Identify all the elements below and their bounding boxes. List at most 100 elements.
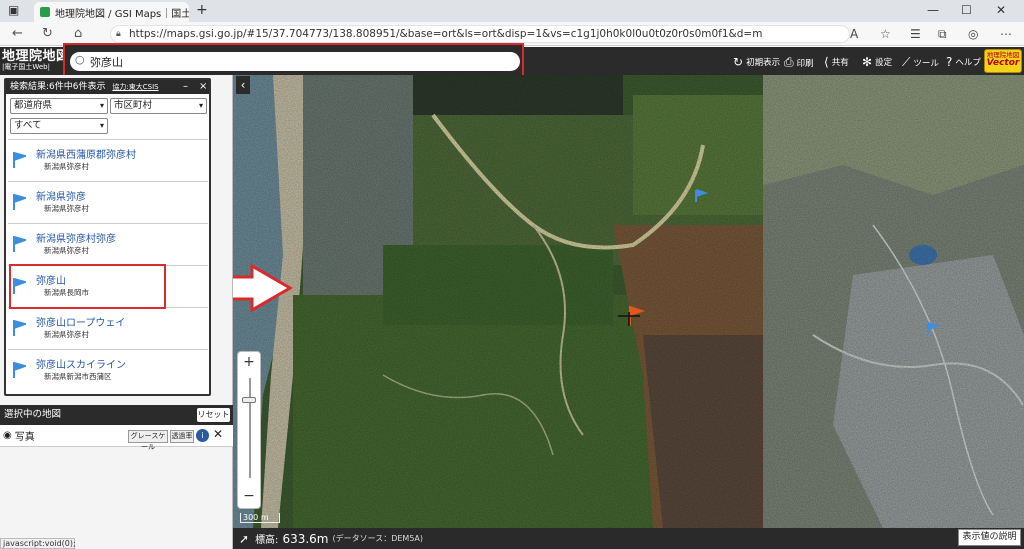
info-icon[interactable]: i <box>196 429 209 442</box>
elevation-label: 標高: <box>255 535 279 546</box>
more-icon[interactable]: ⋯ <box>1000 27 1012 41</box>
gear-icon: ✻ <box>862 55 873 69</box>
city-select-value: 市区町村 <box>114 100 153 111</box>
prefecture-select[interactable]: 都道府県 ▾ <box>10 98 108 114</box>
search-result-item[interactable]: 新潟県西蒲原郡弥彦村 新潟県弥彦村 <box>8 139 208 181</box>
chevron-down-icon: ▾ <box>99 101 104 110</box>
result-highlight-box <box>9 264 166 309</box>
value-explanation-button[interactable]: 表示値の説明 <box>958 529 1021 546</box>
flag-icon <box>13 236 26 252</box>
read-aloud-icon[interactable]: A <box>850 27 858 41</box>
share-icon: ⟨ <box>824 55 829 69</box>
logo-subtitle: |電子国土Web| <box>2 63 50 71</box>
browser-tab[interactable]: 地理院地図 / GSI Maps｜国土地 ✕ <box>34 2 189 22</box>
close-panel-icon[interactable]: × <box>199 80 207 94</box>
result-name: 弥彦山ロープウェイ <box>36 318 126 329</box>
minimize-icon[interactable]: — <box>927 3 939 17</box>
menu-initial-label: 初期表示 <box>746 58 781 68</box>
search-result-item[interactable]: 弥彦山スカイライン 新潟県新潟市西蒲区 <box>8 349 208 391</box>
type-filter-select[interactable]: すべて ▾ <box>10 118 108 134</box>
menu-help[interactable]: ? ヘルプ <box>946 55 981 69</box>
result-name: 弥彦山スカイライン <box>36 360 126 371</box>
result-name: 新潟県弥彦 <box>36 192 86 203</box>
elevation-statusbar: ➚ 標高: 633.6m (データソース：DEM5A) <box>233 528 1024 549</box>
credit-link[interactable]: 協力:東大CSIS <box>112 83 158 91</box>
search-value: 弥彦山 <box>90 55 123 69</box>
flag-icon <box>13 320 26 336</box>
favorites-list-icon[interactable]: ☰ <box>910 27 921 41</box>
new-tab-button[interactable]: + <box>196 2 208 18</box>
type-filter-value: すべて <box>14 120 42 131</box>
result-name: 新潟県弥彦村弥彦 <box>36 234 116 245</box>
pointer-icon: ➚ <box>239 531 250 546</box>
menu-tools-label: ツール <box>913 58 939 69</box>
search-results-header: 検索結果:6件中6件表示 協力:東大CSIS – × <box>6 80 209 94</box>
search-result-item[interactable]: 弥彦山ロープウェイ 新潟県弥彦村 <box>8 307 208 349</box>
refresh-icon: ↻ <box>733 55 744 69</box>
result-location: 新潟県弥彦村 <box>44 204 89 213</box>
maximize-icon[interactable]: ☐ <box>961 3 972 17</box>
menu-share[interactable]: ⟨ 共有 <box>824 55 849 69</box>
gsi-logo[interactable]: 地理院地図 |電子国土Web| <box>2 50 70 71</box>
menu-settings-label: 設定 <box>875 58 893 68</box>
search-icon: ○ <box>75 53 85 66</box>
result-location: 新潟県弥彦村 <box>44 330 89 339</box>
zoom-track <box>249 378 251 478</box>
profile-icon[interactable]: ◎ <box>968 27 978 41</box>
badge-vector: Vector <box>986 57 1020 68</box>
collapse-panel-button[interactable]: ‹ <box>236 76 250 94</box>
menu-initial-view[interactable]: ↻ 初期表示 <box>733 55 780 69</box>
reload-icon[interactable]: ↻ <box>42 26 53 41</box>
minimize-panel-icon[interactable]: – <box>183 80 188 94</box>
zoom-out-button[interactable]: − <box>238 488 260 504</box>
location-marker <box>618 306 646 326</box>
vector-badge[interactable]: 地理院地図 Vector <box>984 49 1022 73</box>
remove-layer-icon[interactable]: ✕ <box>213 427 223 441</box>
collections-icon[interactable]: ⧉ <box>938 27 947 42</box>
logo-title: 地理院地図 <box>2 49 70 64</box>
printer-icon: ⎙ <box>784 55 794 69</box>
browser-tab-bar: ▣ 地理院地図 / GSI Maps｜国土地 ✕ + — ☐ ✕ <box>0 0 1024 22</box>
flag-icon <box>13 362 26 378</box>
scale-bar: 300 m <box>240 513 280 523</box>
home-icon[interactable]: ⌂ <box>74 26 82 41</box>
search-results-panel: 検索結果:6件中6件表示 協力:東大CSIS – × 都道府県 ▾ 市区町村 ▾ す… <box>4 78 211 396</box>
back-icon[interactable]: ← <box>12 26 23 41</box>
gsi-favicon-icon <box>40 7 50 17</box>
chevron-down-icon: ▾ <box>198 101 203 110</box>
flag-icon <box>13 152 26 168</box>
menu-settings[interactable]: ✻ 設定 <box>862 55 892 69</box>
eye-icon[interactable]: ◉ <box>3 430 12 441</box>
grayscale-button[interactable]: グレースケール <box>128 430 168 451</box>
results-count: 検索結果:6件中6件表示 <box>10 82 106 92</box>
result-location: 新潟県弥彦村 <box>44 162 89 171</box>
tab-actions-icon[interactable]: ▣ <box>8 3 19 17</box>
result-location: 新潟県新潟市西蒲区 <box>44 372 112 381</box>
search-result-item[interactable]: 新潟県弥彦村弥彦 新潟県弥彦村 <box>8 223 208 265</box>
favorite-star-icon[interactable]: ☆ <box>880 27 891 41</box>
lock-icon: 🔒︎ <box>116 29 121 39</box>
city-select[interactable]: 市区町村 ▾ <box>110 98 207 114</box>
search-result-item[interactable]: 新潟県弥彦 新潟県弥彦村 <box>8 181 208 223</box>
menu-print-label: 印刷 <box>796 58 814 69</box>
help-icon: ? <box>946 55 953 69</box>
window-close-icon[interactable]: ✕ <box>996 3 1006 17</box>
elevation-value: 633.6m <box>282 531 329 546</box>
menu-help-label: ヘルプ <box>955 58 981 68</box>
transparency-button[interactable]: 透過率 <box>170 430 194 443</box>
url-field[interactable]: 🔒︎ https://maps.gsi.go.jp/#15/37.704773/… <box>110 25 850 43</box>
reset-button[interactable]: リセット <box>197 408 230 422</box>
url-text: https://maps.gsi.go.jp/#15/37.704773/138… <box>129 28 763 40</box>
menu-share-label: 共有 <box>831 58 849 68</box>
menu-print[interactable]: ⎙ 印刷 <box>784 55 814 70</box>
prefecture-select-value: 都道府県 <box>14 100 53 111</box>
place-search-input[interactable]: ○ 弥彦山 <box>70 52 520 71</box>
browser-status-text: javascript:void(0); <box>0 538 76 549</box>
aerial-photo-map[interactable] <box>233 75 1024 528</box>
menu-tools[interactable]: ⟋ ツール <box>902 55 939 70</box>
tools-icon: ⟋ <box>902 55 911 69</box>
zoom-in-button[interactable]: + <box>238 354 260 370</box>
zoom-slider-handle[interactable] <box>242 397 256 403</box>
layer-name: 写真 <box>14 432 35 443</box>
zoom-control[interactable]: + − <box>237 351 261 509</box>
